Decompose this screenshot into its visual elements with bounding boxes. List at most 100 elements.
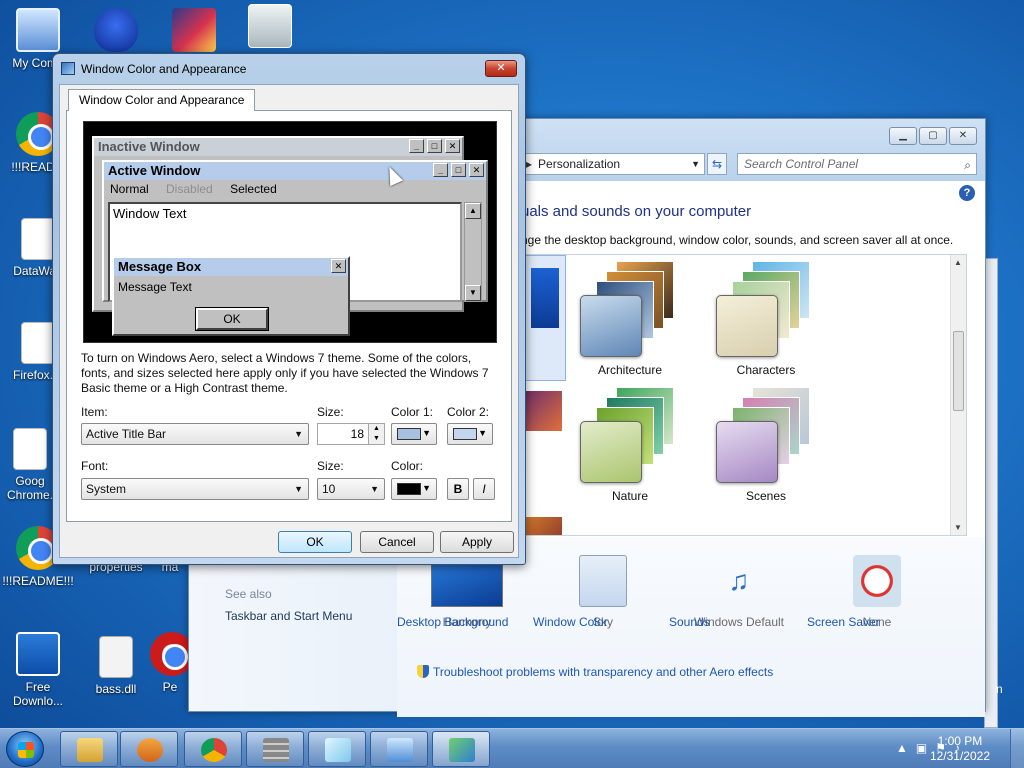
close-icon: ✕ (331, 259, 346, 273)
chrome-icon (201, 738, 227, 762)
tab-window-color-appearance[interactable]: Window Color and Appearance (68, 89, 256, 111)
size-stepper[interactable]: 18 ▲ ▼ (317, 423, 385, 445)
theme-architecture[interactable]: Architecture (570, 261, 690, 377)
color1-picker[interactable]: ▼ (391, 423, 437, 445)
start-button[interactable] (6, 731, 44, 767)
window-color-dialog: Window Color and Appearance ✕ Window Col… (52, 53, 526, 565)
page-title: uals and sounds on your computer (521, 203, 752, 220)
maximize-button[interactable]: ▢ (919, 127, 947, 145)
theme-nature[interactable]: Nature (570, 387, 690, 503)
taskbar-explorer[interactable] (60, 731, 118, 767)
tab-panel: Inactive Window _ □ ✕ Active Window _ □ ✕ No… (66, 110, 512, 522)
chevron-down-icon: ▼ (370, 484, 379, 494)
close-icon: ✕ (469, 163, 484, 177)
scroll-down-icon[interactable]: ▼ (954, 523, 962, 532)
window-controls: ▁ ▢ ✕ (889, 127, 977, 145)
menu-normal: Normal (110, 182, 149, 196)
minimize-button[interactable]: ▁ (889, 127, 917, 145)
theme-list-scrollbar[interactable]: ▲ ▼ (950, 255, 966, 535)
font-color-picker[interactable]: ▼ (391, 478, 437, 500)
italic-button[interactable]: I (473, 478, 495, 500)
background-window-fragment: n (996, 682, 1003, 696)
font-size-select[interactable]: 10 ▼ (317, 478, 385, 500)
desktop-icon-google-chrome[interactable]: Goog Chrome. (0, 428, 60, 502)
stepper-arrows-icon[interactable]: ▲ ▼ (368, 424, 384, 444)
refresh-button[interactable]: ⇆ (707, 153, 727, 175)
show-desktop-button[interactable] (1010, 729, 1024, 768)
troubleshoot-link[interactable]: Troubleshoot problems with transparency … (417, 665, 773, 679)
desktop-icon-pe[interactable]: Pe (150, 632, 194, 694)
screen-saver-item[interactable]: Screen Saver None (807, 555, 947, 629)
chevron-down-icon: ▼ (478, 428, 487, 438)
chevron-down-icon[interactable]: ▼ (691, 154, 700, 174)
search-icon[interactable]: ⌕ (964, 155, 971, 175)
folder-icon (77, 738, 103, 762)
clock-date: 12/31/2022 (929, 749, 990, 763)
apply-button[interactable]: Apply (440, 531, 514, 553)
theme-scenes[interactable]: Scenes (706, 387, 826, 503)
screen-saver-icon (853, 555, 901, 607)
taskbar-firewall[interactable] (246, 731, 304, 767)
address-bar[interactable]: ▸ Personalization ▼ (519, 153, 705, 175)
sounds-item[interactable]: ♫ Sounds Windows Default (669, 555, 809, 629)
taskbar-control-panel[interactable] (370, 731, 428, 767)
theme-main-thumb (580, 295, 642, 357)
appearance-preview[interactable]: Inactive Window _ □ ✕ Active Window _ □ ✕ No… (83, 121, 497, 343)
message-box-text: Message Text (118, 280, 192, 294)
desktop-background-link[interactable]: Desktop Background (397, 615, 508, 629)
preview-menu-bar: Normal Disabled Selected (104, 180, 486, 198)
show-hidden-icon[interactable]: ▲ (896, 741, 916, 755)
desktop-icon-free-download[interactable]: Free Downlo... (0, 632, 76, 708)
desktop-icon-image[interactable] (156, 8, 232, 56)
see-also-heading: See also (225, 587, 272, 601)
bold-button[interactable]: B (447, 478, 469, 500)
dll-icon (99, 636, 133, 678)
desktop-icon-recycle-bin[interactable] (232, 4, 308, 52)
window-color-item[interactable]: Window Color Sky (533, 555, 673, 629)
preview-scrollbar: ▲ ▼ (464, 202, 482, 302)
taskbar-media-player[interactable] (120, 731, 178, 767)
search-input[interactable]: Search Control Panel ⌕ (737, 153, 977, 175)
screen-saver-link[interactable]: Screen Saver (807, 615, 880, 629)
maximize-icon: □ (451, 163, 466, 177)
scroll-thumb[interactable] (953, 331, 964, 411)
theme-thumbnail (531, 268, 559, 328)
theme-name: Nature (611, 489, 649, 503)
sounds-link[interactable]: Sounds (669, 615, 710, 629)
font-select[interactable]: System ▼ (81, 478, 309, 500)
clock[interactable]: 1:00 PM 12/31/2022 (930, 734, 990, 764)
taskbar-notepad[interactable] (308, 731, 366, 767)
dialog-body: Window Color and Appearance Inactive Win… (59, 84, 519, 558)
close-button[interactable]: ✕ (949, 127, 977, 145)
selected-theme[interactable] (522, 255, 566, 381)
scroll-up-icon[interactable]: ▲ (954, 258, 962, 267)
taskbar-personalization[interactable] (432, 731, 490, 767)
window-color-link[interactable]: Window Color (533, 615, 608, 629)
taskbar-chrome[interactable] (184, 731, 242, 767)
cancel-button[interactable]: Cancel (360, 531, 434, 553)
message-box-title: Message Box (118, 259, 202, 274)
media-player-icon (137, 738, 163, 762)
font-value: System (86, 482, 127, 496)
desktop-icon-label: Free Downlo... (12, 680, 64, 708)
help-icon[interactable]: ? (959, 185, 975, 201)
item-select[interactable]: Active Title Bar ▼ (81, 423, 309, 445)
desktop-icon-label: Goog Chrome. (6, 474, 53, 502)
desktop-icon-bass-dll[interactable]: bass.dll (78, 636, 154, 696)
ok-button[interactable]: OK (278, 531, 352, 553)
color2-swatch (453, 428, 477, 440)
preview-message-box: Message Box ✕ Message Text OK (112, 256, 350, 336)
desktop-icon-malwarebytes[interactable] (78, 8, 154, 56)
theme-thumbnail (706, 261, 826, 357)
taskbar-start-menu-link[interactable]: Taskbar and Start Menu (225, 609, 352, 623)
desktop-icon-label: bass.dll (95, 682, 137, 696)
theme-characters[interactable]: Characters (706, 261, 826, 377)
brick-wall-icon (263, 738, 289, 762)
desktop-background-item[interactable]: Desktop Background Harmony (397, 555, 537, 629)
font-color-swatch (397, 483, 421, 495)
color2-picker[interactable]: ▼ (447, 423, 493, 445)
close-button[interactable]: ✕ (485, 60, 517, 77)
recycle-bin-icon (248, 4, 292, 48)
inactive-window-title: Inactive Window (98, 139, 200, 154)
personalization-icon (449, 738, 475, 762)
